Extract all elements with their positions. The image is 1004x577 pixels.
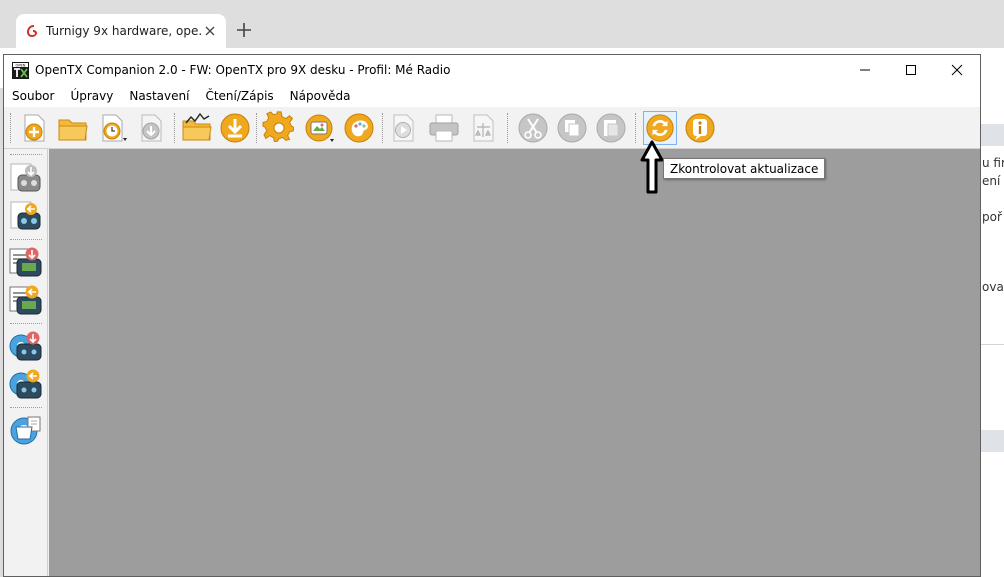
customize-splash-button[interactable] [302, 111, 336, 145]
svg-text:OPEN: OPEN [16, 63, 26, 67]
toolbar-separator [507, 113, 509, 143]
read-firmware-button[interactable] [8, 329, 44, 363]
toolbar-grip[interactable] [10, 113, 12, 143]
cut-button[interactable] [516, 111, 550, 145]
menu-napoveda[interactable]: Nápověda [290, 89, 351, 103]
toolbar-separator [10, 407, 42, 409]
write-models-button[interactable] [8, 199, 44, 233]
new-file-button[interactable] [17, 111, 51, 145]
logs-button[interactable] [180, 111, 214, 145]
menu-soubor[interactable]: Soubor [12, 89, 54, 103]
page-band [980, 124, 1004, 146]
up-arrow-annotation-icon [640, 140, 664, 194]
companion-window: OPEN OpenTX Companion 2.0 - FW: OpenTX p… [3, 54, 981, 577]
title-bar[interactable]: OPEN OpenTX Companion 2.0 - FW: OpenTX p… [4, 55, 980, 85]
minimize-icon [860, 69, 870, 71]
save-button[interactable] [135, 111, 169, 145]
read-eeprom-button[interactable] [8, 245, 44, 279]
window-title: OpenTX Companion 2.0 - FW: OpenTX pro 9X… [35, 63, 451, 77]
opentx-app-icon: OPEN [12, 61, 29, 79]
compare-button[interactable] [466, 111, 500, 145]
about-info-button[interactable] [683, 111, 717, 145]
recent-files-button[interactable] [96, 111, 130, 145]
toolbar-separator [635, 113, 637, 143]
copy-button[interactable] [555, 111, 589, 145]
check-updates-tooltip: Zkontrolovat aktualizace [663, 158, 826, 179]
menu-upravy[interactable]: Úpravy [70, 89, 113, 103]
toolbar-separator [10, 323, 42, 325]
toolbar-separator [174, 113, 176, 143]
write-eeprom-button[interactable] [8, 283, 44, 317]
open-folder-button[interactable] [56, 111, 90, 145]
close-icon [951, 64, 963, 76]
toolbar-grip[interactable] [10, 154, 42, 156]
page-text-fragment: poř [982, 210, 1002, 224]
browser-tabstrip: Turnigy 9x hardware, ope... [0, 0, 1004, 48]
write-firmware-button[interactable] [8, 367, 44, 401]
page-band [980, 430, 1004, 452]
browser-tab[interactable]: Turnigy 9x hardware, ope... [16, 14, 226, 48]
toolbar-separator [256, 113, 258, 143]
settings-gear-button[interactable] [262, 111, 296, 145]
page-divider [980, 344, 1004, 345]
print-button[interactable] [427, 111, 461, 145]
paste-button[interactable] [594, 111, 628, 145]
page-text-fragment: ovat [982, 280, 1004, 294]
toolbar-separator [382, 113, 384, 143]
mdi-workspace[interactable] [49, 149, 980, 576]
toolbar-separator [10, 239, 42, 241]
sd-sync-button[interactable] [8, 413, 44, 447]
maximize-button[interactable] [888, 55, 934, 85]
close-button[interactable] [934, 55, 980, 85]
menu-cteni-zapis[interactable]: Čtení/Zápis [205, 89, 273, 103]
close-tab-icon[interactable] [202, 23, 218, 39]
page-text-fragment: u fir [982, 156, 1004, 170]
simulate-button[interactable] [387, 111, 421, 145]
main-toolbar [4, 107, 980, 149]
site-favicon-icon [27, 25, 37, 37]
page-text-fragment: ení f [982, 174, 1004, 188]
maximize-icon [906, 65, 916, 75]
browser-tab-title: Turnigy 9x hardware, ope... [46, 24, 202, 38]
menu-bar: Soubor Úpravy Nastavení Čtení/Zápis Nápo… [4, 85, 980, 107]
menu-nastaveni[interactable]: Nastavení [129, 89, 189, 103]
download-button[interactable] [218, 111, 252, 145]
new-tab-icon[interactable] [234, 20, 254, 40]
browser-page-fragment: u fir ení f poř ovat [980, 88, 1004, 577]
minimize-button[interactable] [842, 55, 888, 85]
radio-toolbar [4, 149, 48, 576]
palette-button[interactable] [342, 111, 376, 145]
read-models-button[interactable] [8, 161, 44, 195]
